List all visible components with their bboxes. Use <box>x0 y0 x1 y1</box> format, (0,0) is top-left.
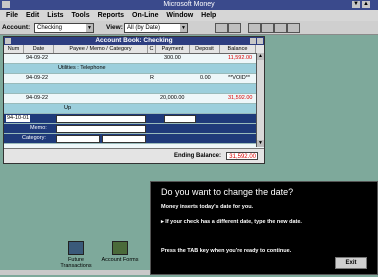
memo-field[interactable] <box>56 125 146 133</box>
menu-online[interactable]: On-Line <box>132 12 158 19</box>
col-c[interactable]: C <box>148 45 156 53</box>
toolbar-button-1[interactable] <box>215 23 228 33</box>
menu-window[interactable]: Window <box>166 12 193 19</box>
window-minimize-icon[interactable] <box>250 38 256 44</box>
register-scrollbar[interactable]: ▲ ▼ <box>256 53 264 147</box>
row-hint: Up <box>64 105 72 111</box>
col-payment[interactable]: Payment <box>156 45 190 53</box>
menu-help[interactable]: Help <box>201 12 216 19</box>
account-forms-label: Account Forms <box>101 257 139 263</box>
help-line-2: ▸ If your check has a different date, ty… <box>161 219 302 225</box>
category-label: Category: <box>22 135 46 141</box>
row-payment: 300.00 <box>164 55 181 61</box>
register-rows: 94-09-22 300.00 11,592.00 Utilities : Te… <box>4 54 264 154</box>
register-header: Num Date Payee / Memo / Category C Payme… <box>4 45 264 54</box>
window-maximize-icon[interactable] <box>257 38 263 44</box>
scroll-up-icon[interactable]: ▲ <box>257 53 264 60</box>
help-panel: Do you want to change the date? Money in… <box>150 181 378 275</box>
minimize-icon[interactable]: ▼ <box>352 1 360 8</box>
row-date: 94-09-22 <box>26 75 49 81</box>
menu-file[interactable]: File <box>6 12 18 19</box>
col-deposit[interactable]: Deposit <box>190 45 220 53</box>
help-line-2-text: If your check has a different date, type… <box>165 219 302 225</box>
account-select[interactable]: Checking ▼ <box>34 23 94 33</box>
system-menu-icon[interactable] <box>2 1 10 8</box>
menu-reports[interactable]: Reports <box>98 12 124 19</box>
toolbar-button-6[interactable] <box>287 23 300 33</box>
row-deposit: 0.00 <box>200 75 211 81</box>
edit-row-category[interactable]: Category: <box>4 134 264 144</box>
exit-button[interactable]: Exit <box>335 257 367 269</box>
payment-field[interactable] <box>164 115 196 123</box>
view-label: View: <box>106 24 123 31</box>
memo-label: Memo: <box>30 125 47 131</box>
table-row[interactable]: 94-09-22 R 0.00 **VOID** <box>4 74 264 84</box>
view-select[interactable]: All (by Date) ▼ <box>124 23 188 33</box>
table-row[interactable]: 94-09-22 20,000.00 31,592.00 <box>4 94 264 104</box>
menu-bar: File Edit Lists Tools Reports On-Line Wi… <box>0 10 378 21</box>
menu-tools[interactable]: Tools <box>72 12 90 19</box>
calendar-icon <box>68 241 84 255</box>
account-forms-shortcut[interactable]: Account Forms <box>100 241 140 263</box>
toolbar: Account: Checking ▼ View: All (by Date) … <box>0 21 378 35</box>
table-row[interactable] <box>4 84 264 94</box>
row-balance: **VOID** <box>228 75 251 81</box>
account-select-value: Checking <box>37 25 63 31</box>
col-date[interactable]: Date <box>24 45 54 53</box>
future-transactions-label: Future Transactions <box>60 257 92 269</box>
row-date: 94-09-22 <box>26 55 49 61</box>
payee-field[interactable] <box>56 115 146 123</box>
col-payee[interactable]: Payee / Memo / Category <box>54 45 148 53</box>
ending-balance-value: 31,592.00 <box>226 152 258 160</box>
future-transactions-shortcut[interactable]: Future Transactions <box>56 241 96 269</box>
toolbar-button-4[interactable] <box>261 23 274 33</box>
edit-date-field[interactable]: 94-10-01 <box>6 115 31 122</box>
menu-edit[interactable]: Edit <box>26 12 39 19</box>
register-title: Account Book: Checking <box>95 37 173 44</box>
maximize-icon[interactable]: ▲ <box>362 1 370 8</box>
app-title: Microsoft Money <box>163 1 215 8</box>
money-app: Microsoft Money ▼ ▲ File Edit Lists Tool… <box>0 0 378 277</box>
category-field[interactable] <box>56 135 100 143</box>
subcategory-field[interactable] <box>102 135 146 143</box>
menu-lists[interactable]: Lists <box>47 12 63 19</box>
row-payment: 20,000.00 <box>160 95 185 101</box>
chevron-down-icon[interactable]: ▼ <box>180 24 187 32</box>
table-row[interactable]: 94-09-22 300.00 11,592.00 <box>4 54 264 64</box>
scroll-down-icon[interactable]: ▼ <box>257 140 264 147</box>
edit-row-memo[interactable]: Memo: <box>4 124 264 134</box>
ending-balance-label: Ending Balance: <box>174 153 222 159</box>
row-cleared: R <box>150 75 154 81</box>
row-balance: 31,592.00 <box>228 95 253 101</box>
help-line-1: Money inserts today's date for you. <box>161 204 254 210</box>
app-titlebar: Microsoft Money ▼ ▲ <box>0 0 378 10</box>
status-bar <box>0 270 150 275</box>
table-row[interactable]: Up <box>4 104 264 114</box>
chevron-down-icon[interactable]: ▼ <box>86 24 93 32</box>
ending-balance-bar: Ending Balance: 31,592.00 <box>4 148 264 163</box>
help-line-3: Press the TAB key when you're ready to c… <box>161 248 292 254</box>
account-label: Account: <box>2 24 31 31</box>
col-balance[interactable]: Balance <box>220 45 256 53</box>
forms-icon <box>112 241 128 255</box>
row-category: Utilities : Telephone <box>58 65 106 71</box>
help-question: Do you want to change the date? <box>161 187 294 197</box>
col-num[interactable]: Num <box>4 45 24 53</box>
toolbar-button-3[interactable] <box>248 23 261 33</box>
window-menu-icon[interactable] <box>5 38 11 44</box>
table-row[interactable]: Utilities : Telephone <box>4 64 264 74</box>
toolbar-button-5[interactable] <box>274 23 287 33</box>
toolbar-button-2[interactable] <box>228 23 241 33</box>
row-balance: 11,592.00 <box>228 55 253 61</box>
edit-row[interactable]: 94-10-01 <box>4 114 264 124</box>
row-date: 94-09-22 <box>26 95 49 101</box>
register-titlebar: Account Book: Checking <box>4 37 264 45</box>
view-select-value: All (by Date) <box>127 25 161 31</box>
account-book-window: Account Book: Checking Num Date Payee / … <box>3 36 265 164</box>
